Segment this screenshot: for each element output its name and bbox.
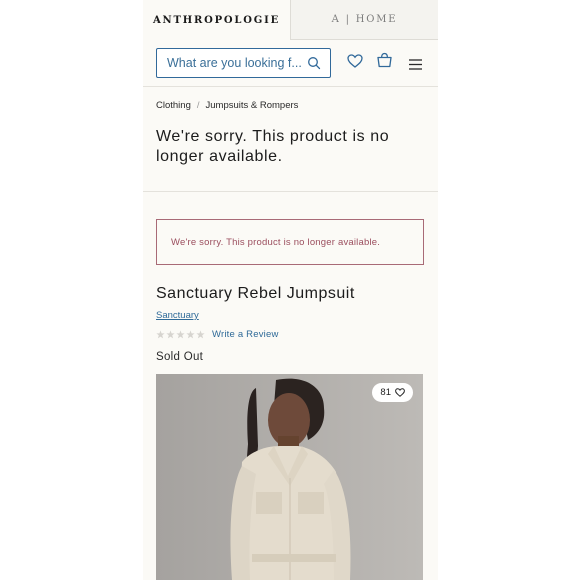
breadcrumb: Clothing / Jumpsuits & Rompers bbox=[156, 100, 298, 111]
divider bbox=[143, 191, 438, 192]
tab-anthropologie[interactable]: ANTHROPOLOGIE bbox=[143, 0, 290, 40]
site-header bbox=[143, 40, 438, 87]
star-icon bbox=[156, 330, 165, 339]
search-box[interactable] bbox=[156, 48, 331, 78]
search-input[interactable] bbox=[157, 56, 307, 70]
unavailable-alert: We're sorry. This product is no longer a… bbox=[156, 219, 424, 265]
star-icon bbox=[196, 330, 205, 339]
model-photo bbox=[156, 374, 423, 580]
heart-icon bbox=[395, 388, 405, 397]
breadcrumb-item-clothing[interactable]: Clothing bbox=[156, 100, 191, 111]
product-page: ANTHROPOLOGIE A | HOME Clothing / Jumpsu… bbox=[143, 0, 438, 580]
favorite-button[interactable]: 81 bbox=[372, 383, 413, 402]
product-name: Sanctuary Rebel Jumpsuit bbox=[156, 285, 355, 302]
alert-text: We're sorry. This product is no longer a… bbox=[171, 236, 381, 248]
shopping-bag-icon[interactable] bbox=[376, 52, 393, 73]
star-icon bbox=[176, 330, 185, 339]
brand-link[interactable]: Sanctuary bbox=[156, 310, 199, 321]
breadcrumb-item-jumpsuits[interactable]: Jumpsuits & Rompers bbox=[206, 100, 299, 111]
page-title: We're sorry. This product is no longer a… bbox=[156, 128, 390, 165]
hamburger-menu-icon[interactable] bbox=[409, 57, 422, 75]
breadcrumb-separator: / bbox=[196, 100, 200, 111]
search-icon[interactable] bbox=[307, 56, 321, 75]
star-icon bbox=[186, 330, 195, 339]
heart-icon[interactable] bbox=[347, 54, 363, 73]
tab-a-home[interactable]: A | HOME bbox=[290, 0, 438, 40]
rating-stars bbox=[156, 330, 205, 339]
star-icon bbox=[166, 330, 175, 339]
write-review-link[interactable]: Write a Review bbox=[212, 329, 279, 340]
product-rating: Write a Review bbox=[156, 329, 279, 340]
favorite-count: 81 bbox=[380, 387, 391, 398]
stock-status: Sold Out bbox=[156, 351, 204, 363]
product-image[interactable]: 81 bbox=[156, 374, 423, 580]
brand-tabs: ANTHROPOLOGIE A | HOME bbox=[143, 0, 438, 40]
